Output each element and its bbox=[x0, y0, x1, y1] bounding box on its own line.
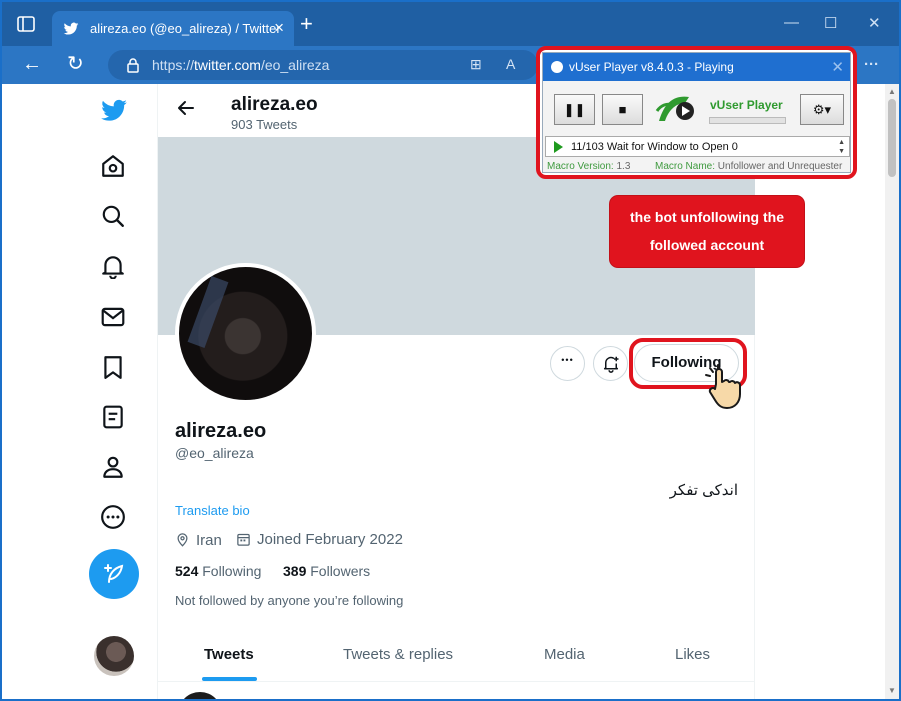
header-profile-name: alireza.eo bbox=[231, 94, 318, 115]
browser-titlebar: alireza.eo (@eo_alireza) / Twitter × + —… bbox=[2, 2, 899, 46]
vuser-close-icon[interactable]: ✕ bbox=[831, 58, 844, 76]
app-available-icon[interactable]: ⊞ bbox=[470, 56, 482, 73]
back-icon[interactable]: ← bbox=[22, 54, 42, 74]
vuser-app-icon bbox=[551, 61, 563, 73]
play-status-icon bbox=[554, 141, 563, 153]
refresh-icon[interactable]: ↻ bbox=[67, 54, 84, 74]
profile-avatar[interactable] bbox=[175, 263, 316, 404]
browser-menu-icon[interactable]: ··· bbox=[864, 56, 879, 73]
explore-icon[interactable] bbox=[100, 203, 126, 229]
vuser-title: vUser Player v8.4.0.3 - Playing bbox=[569, 60, 734, 74]
tab-tweets-replies[interactable]: Tweets & replies bbox=[343, 646, 453, 663]
window-close-icon[interactable]: ✕ bbox=[868, 14, 881, 32]
browser-window: alireza.eo (@eo_alireza) / Twitter × + —… bbox=[0, 0, 901, 701]
lists-icon[interactable] bbox=[100, 404, 126, 430]
vuser-logo-icon bbox=[655, 96, 694, 121]
status-spinner-icon[interactable]: ▲ ▼ bbox=[838, 138, 845, 156]
more-options-button[interactable]: ••• bbox=[550, 346, 585, 381]
twitter-favicon-icon bbox=[63, 22, 79, 35]
tab-close-icon[interactable]: × bbox=[274, 18, 284, 38]
tab-actions-icon[interactable] bbox=[16, 14, 36, 34]
profile-location: Iran bbox=[175, 531, 222, 549]
hand-pointer-icon bbox=[705, 364, 741, 409]
not-followed-note: Not followed by anyone you’re following bbox=[175, 593, 404, 608]
location-pin-icon bbox=[177, 533, 188, 547]
vuser-logo-text: vUser Player bbox=[710, 98, 783, 112]
scroll-down-icon[interactable]: ▼ bbox=[888, 686, 896, 695]
browser-tab-active[interactable]: alireza.eo (@eo_alireza) / Twitter × bbox=[52, 11, 294, 46]
header-tweet-count: 903 Tweets bbox=[231, 117, 298, 132]
new-tab-button[interactable]: + bbox=[300, 13, 313, 35]
notifications-icon[interactable] bbox=[100, 253, 126, 279]
home-icon[interactable] bbox=[100, 153, 126, 179]
lock-icon bbox=[127, 58, 139, 73]
bell-plus-icon bbox=[603, 356, 619, 373]
compose-tweet-button[interactable] bbox=[89, 549, 139, 599]
url-text: https://twitter.com/eo_alireza bbox=[152, 57, 330, 73]
settings-button[interactable]: ⚙▾ bbox=[800, 94, 844, 125]
page-scrollbar[interactable]: ▲ ▼ bbox=[885, 84, 899, 699]
annotation-callout: the bot unfollowing the followed account bbox=[610, 196, 804, 267]
followers-count-link[interactable]: 389 Followers bbox=[283, 563, 370, 579]
vuser-status-box: 11/103 Wait for Window to Open 0 ▲ ▼ bbox=[545, 136, 850, 157]
tab-media[interactable]: Media bbox=[544, 646, 585, 663]
messages-icon[interactable] bbox=[100, 304, 126, 330]
vuser-progress-bar bbox=[709, 117, 786, 124]
translate-bio-link[interactable]: Translate bio bbox=[175, 503, 250, 518]
profile-joined-date: Joined February 2022 bbox=[236, 531, 403, 548]
account-avatar[interactable] bbox=[94, 636, 134, 676]
profile-icon[interactable] bbox=[100, 454, 126, 480]
vuser-titlebar: vUser Player v8.4.0.3 - Playing ✕ bbox=[543, 53, 850, 81]
bookmarks-icon[interactable] bbox=[100, 354, 126, 380]
scrollbar-thumb[interactable] bbox=[888, 99, 896, 177]
tab-tweets[interactable]: Tweets bbox=[204, 646, 254, 663]
profile-display-name: alireza.eo bbox=[175, 420, 267, 442]
stop-button[interactable]: ■ bbox=[602, 94, 643, 125]
pause-button[interactable]: ❚❚ bbox=[554, 94, 595, 125]
macro-version: Macro Version: 1.3 bbox=[547, 161, 631, 172]
vuser-status-text: 11/103 Wait for Window to Open 0 bbox=[571, 141, 738, 153]
tab-likes[interactable]: Likes bbox=[675, 646, 710, 663]
minimize-icon[interactable]: — bbox=[784, 14, 799, 31]
tweet-author-avatar[interactable] bbox=[178, 692, 222, 699]
callout-line-2: followed account bbox=[649, 237, 765, 253]
compose-icon bbox=[104, 564, 124, 583]
more-icon[interactable] bbox=[100, 504, 126, 530]
twitter-logo-icon[interactable] bbox=[100, 97, 128, 125]
macro-name: Macro Name: Unfollower and Unrequester bbox=[655, 161, 843, 172]
back-arrow-icon[interactable] bbox=[176, 98, 196, 118]
vuser-player-window: vUser Player v8.4.0.3 - Playing ✕ ❚❚ ■ v… bbox=[542, 52, 851, 173]
tabs-divider bbox=[158, 681, 755, 682]
scroll-up-icon[interactable]: ▲ bbox=[888, 87, 896, 96]
read-aloud-icon[interactable]: A bbox=[506, 56, 515, 72]
maximize-icon[interactable]: ☐ bbox=[824, 14, 837, 32]
following-count-link[interactable]: 524 Following bbox=[175, 563, 261, 579]
profile-handle: @eo_alireza bbox=[175, 445, 254, 461]
notify-button[interactable] bbox=[593, 346, 628, 381]
callout-line-1: the bot unfollowing the bbox=[630, 209, 784, 225]
profile-bio: اندکی تفکر bbox=[669, 482, 738, 499]
vuser-player-highlight: vUser Player v8.4.0.3 - Playing ✕ ❚❚ ■ v… bbox=[536, 46, 857, 179]
calendar-icon bbox=[237, 533, 250, 546]
tab-title: alireza.eo (@eo_alireza) / Twitter bbox=[90, 21, 281, 36]
